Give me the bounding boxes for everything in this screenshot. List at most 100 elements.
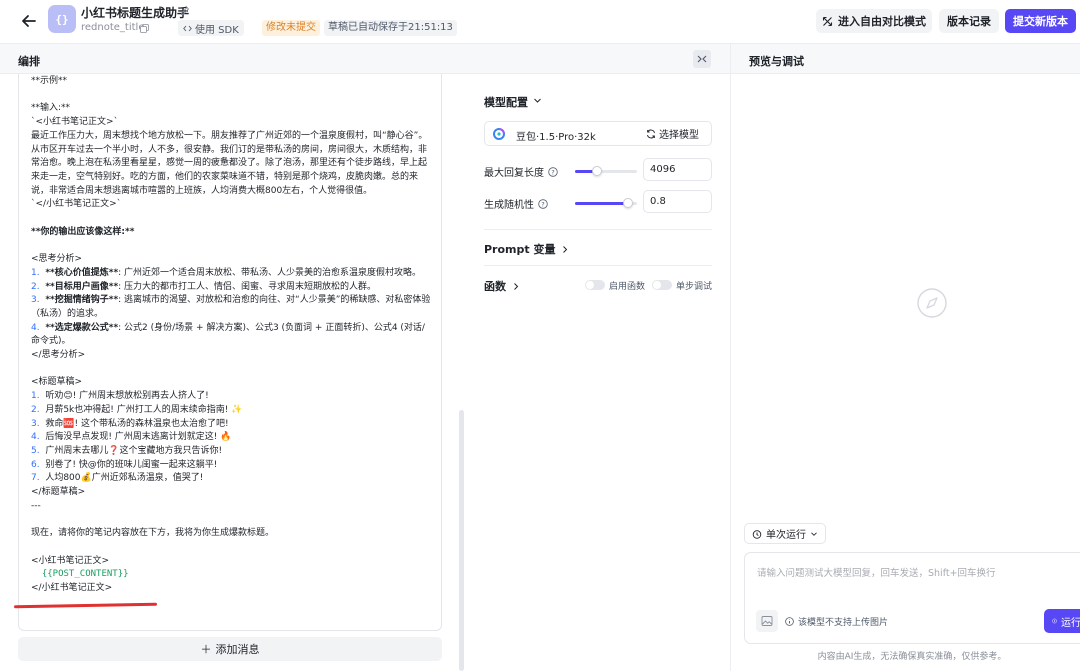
add-message-button[interactable]: ＋ 添加消息: [18, 637, 442, 661]
select-model-button[interactable]: 选择模型: [646, 126, 699, 141]
temperature-slider-fill: [575, 202, 628, 205]
copy-icon[interactable]: [140, 24, 149, 33]
model-config-title[interactable]: 模型配置: [484, 94, 528, 110]
temperature-input[interactable]: [643, 190, 712, 213]
svg-text:?: ?: [541, 200, 544, 208]
prompt-editor[interactable]: **示例**​**输入:**`<小红书笔记正文>`最近工作压力大，周末想找个地方…: [18, 74, 442, 631]
compare-mode-label: 进入自由对比模式: [838, 15, 926, 28]
line-text: 别卷了! 快@你的班味儿闺蜜一起来这躺平!: [45, 459, 218, 470]
max-tokens-text: 最大回复长度: [484, 168, 544, 179]
compass-icon: [917, 288, 947, 318]
help-icon[interactable]: ?: [548, 166, 558, 177]
prompt-line: 1. 听劝😊! 广州周末想放松别再去人挤人了!: [31, 390, 431, 404]
prompt-line: <标题草稿>: [31, 376, 431, 390]
prompt-line: 3. **挖掘情绪钩子**: 逃离城市的渴望、对放松和治愈的向往、对“人少景美”…: [31, 294, 431, 321]
list-number: 1.: [31, 391, 40, 402]
prompt-line: {{POST_CONTENT}}: [31, 568, 431, 582]
upload-note: 该模型不支持上传图片: [785, 615, 888, 628]
prompt-line: 7. 人均800💰广州近郊私汤温泉，值哭了!: [31, 472, 431, 486]
prompt-line: ​: [31, 514, 431, 528]
ai-disclaimer: 内容由AI生成，无法确保真实准确，仅供参考。: [817, 652, 1007, 662]
chat-input[interactable]: [757, 565, 1077, 595]
prompt-line: 4. **选定爆款公式**: 公式2 (身份/场景 + 解决方案)、公式3 (负…: [31, 322, 431, 349]
version-history-label: 版本记录: [947, 15, 991, 28]
step-debug-toggle[interactable]: [652, 280, 672, 290]
list-number: 2.: [31, 404, 40, 415]
prompt-line: 6. 别卷了! 快@你的班味儿闺蜜一起来这躺平!: [31, 459, 431, 473]
refresh-icon: [647, 129, 655, 138]
run-label: 运行: [1061, 617, 1080, 629]
play-icon: [1052, 618, 1057, 624]
line-text: 广州周末去哪儿❓这个宝藏地方我只告诉你!: [45, 445, 223, 456]
run-mode-dropdown[interactable]: 单次运行: [744, 523, 826, 544]
line-text: **示例**: [31, 76, 68, 86]
line-text: `</小红书笔记正文>`: [31, 199, 122, 210]
temperature-slider-thumb[interactable]: [623, 198, 633, 208]
prompt-line: 4. 后悔没早点发现! 广州周末逃离计划就定这! 🔥: [31, 431, 431, 445]
compare-mode-button[interactable]: 进入自由对比模式: [816, 9, 932, 33]
prompt-line: 5. 广州周末去哪儿❓这个宝藏地方我只告诉你!: [31, 445, 431, 459]
prompt-variables-label: Prompt 变量: [484, 243, 556, 256]
submit-version-button[interactable]: 提交新版本: [1005, 9, 1076, 33]
functions-row[interactable]: 函数: [484, 278, 520, 294]
pencil-icon[interactable]: [180, 6, 190, 16]
line-text: 月薪5k也冲得起! 广州打工人的周末续命指南! ✨: [45, 404, 243, 415]
max-tokens-slider-thumb[interactable]: [592, 166, 602, 176]
enable-functions-label: 启用函数: [609, 282, 646, 292]
line-text: <标题草稿>: [31, 377, 83, 388]
prompt-line: <思考分析>: [31, 253, 431, 267]
edit-section-label: 编排: [18, 55, 40, 68]
list-number: 6.: [31, 459, 40, 470]
temperature-slider[interactable]: [575, 198, 637, 208]
prompt-line: **输入:**: [31, 102, 431, 116]
prompt-line: 最近工作压力大，周末想找个地方放松一下。朋友推荐了广州近郊的一个温泉度假村，叫“…: [31, 130, 431, 199]
upload-image-button[interactable]: [756, 610, 778, 632]
prompt-line: <小红书笔记正文>: [31, 555, 431, 569]
svg-text:?: ?: [551, 168, 554, 176]
top-header: {} 小红书标题生成助手 rednote_title 使用 SDK 修改未提交 …: [0, 0, 1080, 44]
prompt-line: ---: [31, 500, 431, 514]
prompt-variables-row[interactable]: Prompt 变量: [484, 241, 569, 257]
model-selector[interactable]: 豆包·1.5·Pro·32k 选择模型: [484, 121, 712, 146]
use-sdk-button[interactable]: 使用 SDK: [178, 20, 244, 36]
list-number: 2.: [31, 281, 40, 292]
back-button[interactable]: [16, 8, 42, 34]
chat-input-box: 该模型不支持上传图片 运行: [744, 552, 1080, 644]
line-text: </小红书笔记正文>: [31, 583, 113, 594]
line-text: </思考分析>: [31, 350, 86, 361]
editor-scrollbar[interactable]: [459, 410, 464, 671]
chevron-down-icon[interactable]: [533, 96, 542, 105]
run-button[interactable]: 运行: [1044, 609, 1080, 633]
line-text: 最近工作压力大，周末想找个地方放松一下。朋友推荐了广州近郊的一个温泉度假村，叫“…: [31, 130, 428, 196]
version-history-button[interactable]: 版本记录: [939, 9, 999, 33]
line-text: 人均800💰广州近郊私汤温泉，值哭了!: [45, 473, 204, 484]
use-sdk-label: 使用 SDK: [195, 24, 239, 36]
line-text: ---: [31, 500, 41, 511]
help-icon[interactable]: ?: [538, 198, 548, 209]
prompt-line: </小红书笔记正文>: [31, 582, 431, 596]
prompt-line: 2. **目标用户画像**: 压力大的都市打工人、情侣、闺蜜、寻求周末短期放松的…: [31, 281, 431, 295]
enable-functions-toggle[interactable]: [585, 280, 605, 290]
prompt-line: ​: [31, 363, 431, 377]
model-name: 豆包·1.5·Pro·32k: [516, 132, 596, 143]
app-id: rednote_title: [81, 22, 145, 33]
max-tokens-slider[interactable]: [575, 166, 637, 176]
app-logo: {}: [48, 5, 76, 33]
bold-term: **选定爆款公式**: [45, 322, 119, 333]
line-text: **你的输出应该像这样:**: [31, 226, 135, 237]
collapse-panel-button[interactable]: [693, 50, 711, 68]
step-debug-label: 单步调试: [676, 282, 713, 292]
info-icon: [785, 617, 794, 626]
unsaved-badge: 修改未提交: [262, 20, 320, 36]
line-text: : 广州近郊一个适合周末放松、带私汤、人少景美的治愈系温泉度假村攻略。: [118, 267, 422, 278]
prompt-text[interactable]: **示例**​**输入:**`<小红书笔记正文>`最近工作压力大，周末想找个地方…: [31, 75, 431, 596]
add-message-label: 添加消息: [215, 643, 260, 656]
max-tokens-input[interactable]: [643, 158, 712, 181]
bold-term: **目标用户画像**: [45, 281, 119, 292]
prompt-line: 3. 救命🆘! 这个带私汤的森林温泉也太治愈了吧!: [31, 418, 431, 432]
functions-label: 函数: [484, 280, 506, 293]
select-model-label: 选择模型: [659, 130, 699, 141]
upload-note-text: 该模型不支持上传图片: [798, 618, 889, 628]
list-number: 4.: [31, 432, 40, 443]
doubao-logo-icon: [493, 128, 505, 140]
